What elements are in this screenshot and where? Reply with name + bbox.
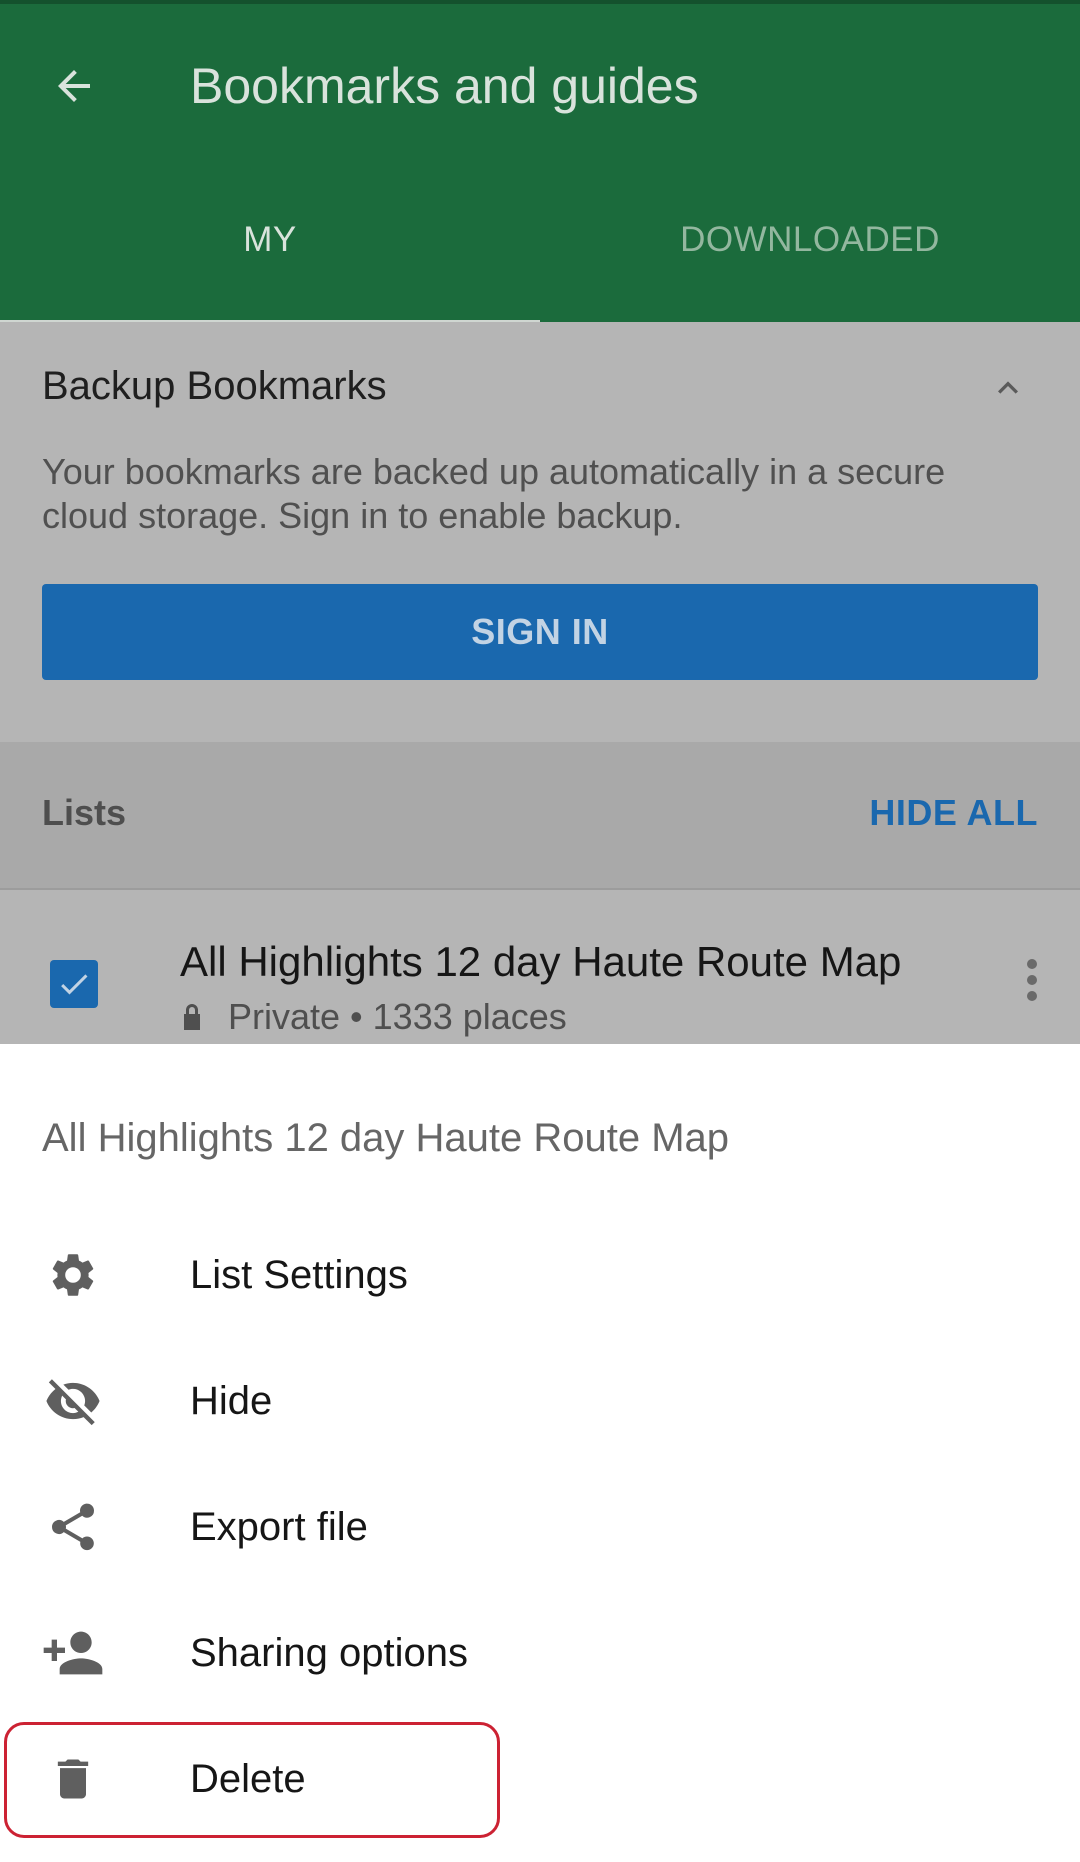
dimmed-content: Backup Bookmarks Your bookmarks are back… (0, 322, 1080, 1044)
list-item[interactable]: All Highlights 12 day Haute Route Map Pr… (0, 892, 1080, 1044)
list-title: All Highlights 12 day Haute Route Map (180, 938, 902, 985)
lists-header: Lists HIDE ALL (0, 742, 1080, 890)
share-icon (40, 1494, 106, 1560)
chevron-up-icon (998, 381, 1018, 394)
check-icon (61, 974, 88, 995)
trash-icon (40, 1746, 106, 1812)
page-title: Bookmarks and guides (190, 58, 699, 114)
hide-all-button[interactable]: HIDE ALL (869, 792, 1038, 834)
sheet-title: All Highlights 12 day Haute Route Map (42, 1116, 730, 1160)
menu-label: Export file (190, 1504, 368, 1549)
backup-description: Your bookmarks are backed up automatical… (42, 451, 946, 536)
arrow-left-icon (58, 70, 90, 102)
list-subtitle: Private • 1333 places (180, 996, 567, 1038)
gear-icon (40, 1242, 106, 1308)
sign-in-button[interactable]: SIGN IN (42, 584, 1038, 680)
menu-label: List Settings (190, 1252, 408, 1297)
menu-item-sharing-options[interactable]: Sharing options (0, 1590, 1080, 1716)
more-options-button[interactable] (1016, 956, 1048, 1004)
more-vertical-icon (1027, 959, 1037, 1001)
collapse-button[interactable] (984, 364, 1032, 412)
eye-off-icon (40, 1368, 106, 1434)
list-visibility-checkbox[interactable] (50, 960, 98, 1008)
tab-my[interactable]: MY (0, 200, 540, 326)
back-button[interactable] (36, 48, 112, 124)
menu-item-export-file[interactable]: Export file (0, 1464, 1080, 1590)
menu-item-hide[interactable]: Hide (0, 1338, 1080, 1464)
menu-label: Sharing options (190, 1630, 468, 1675)
menu-label: Delete (190, 1756, 306, 1801)
lock-icon (180, 1002, 204, 1032)
menu-label: Hide (190, 1378, 273, 1423)
backup-title: Backup Bookmarks (42, 364, 387, 408)
app-bar: Bookmarks and guides MY DOWNLOADED (0, 0, 1080, 326)
menu-item-list-settings[interactable]: List Settings (0, 1212, 1080, 1338)
list-meta: Private • 1333 places (228, 996, 567, 1037)
menu-item-delete[interactable]: Delete (0, 1716, 1080, 1842)
tab-downloaded[interactable]: DOWNLOADED (540, 200, 1080, 326)
lists-label: Lists (42, 792, 127, 833)
add-person-icon (40, 1620, 106, 1686)
